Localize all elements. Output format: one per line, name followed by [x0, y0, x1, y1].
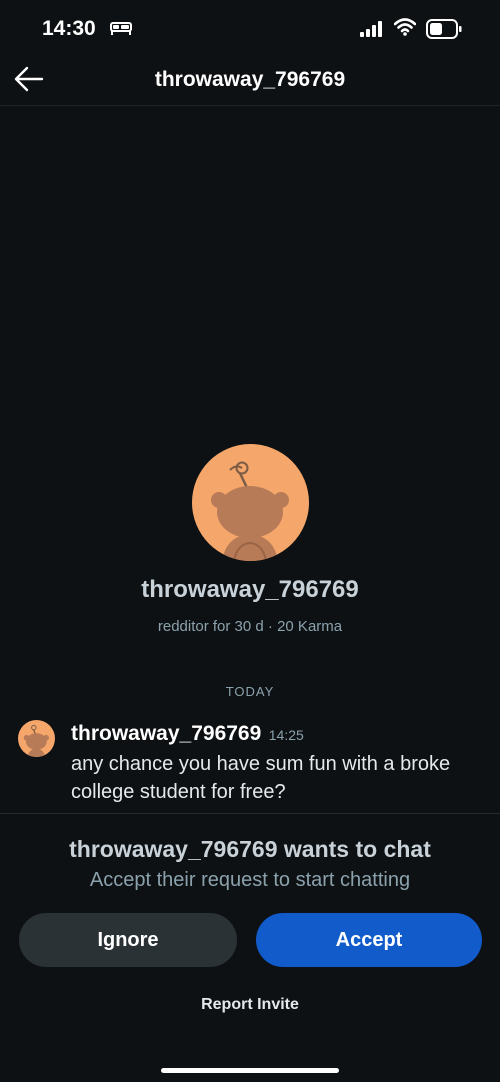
- profile-meta: redditor for 30 d · 20 Karma: [157, 618, 343, 635]
- message-author[interactable]: throwaway_796769: [71, 722, 261, 745]
- snoo-avatar-icon: [23, 724, 49, 757]
- message-header: throwaway_796769 14:25: [71, 722, 304, 746]
- status-time: 14:30: [42, 17, 96, 40]
- message-avatar[interactable]: [18, 720, 55, 757]
- report-invite-link[interactable]: Report Invite: [0, 996, 500, 1014]
- message-timestamp: 14:25: [268, 727, 304, 743]
- status-bar: 14:30: [0, 0, 500, 58]
- nav-bar: throwaway_796769: [0, 58, 500, 106]
- nav-title: throwaway_796769: [154, 68, 346, 91]
- bed-icon: [110, 22, 132, 35]
- signal-icon: [360, 21, 382, 37]
- request-subtitle: Accept their request to start chatting: [89, 869, 411, 891]
- request-title: throwaway_796769 wants to chat: [69, 836, 431, 862]
- accept-button[interactable]: Accept: [256, 913, 482, 967]
- battery-icon: [426, 19, 462, 39]
- chat-request-panel: throwaway_796769 wants to chat Accept th…: [0, 813, 500, 1082]
- snoo-avatar-icon: [211, 461, 289, 561]
- profile-username[interactable]: throwaway_796769: [0, 576, 500, 604]
- date-divider: TODAY: [225, 684, 275, 699]
- message-text: any chance you have sum fun with a broke…: [71, 753, 451, 803]
- wifi-icon: [394, 18, 416, 36]
- profile-avatar[interactable]: [192, 444, 309, 561]
- home-indicator[interactable]: [161, 1068, 339, 1073]
- ignore-button[interactable]: Ignore: [19, 913, 237, 967]
